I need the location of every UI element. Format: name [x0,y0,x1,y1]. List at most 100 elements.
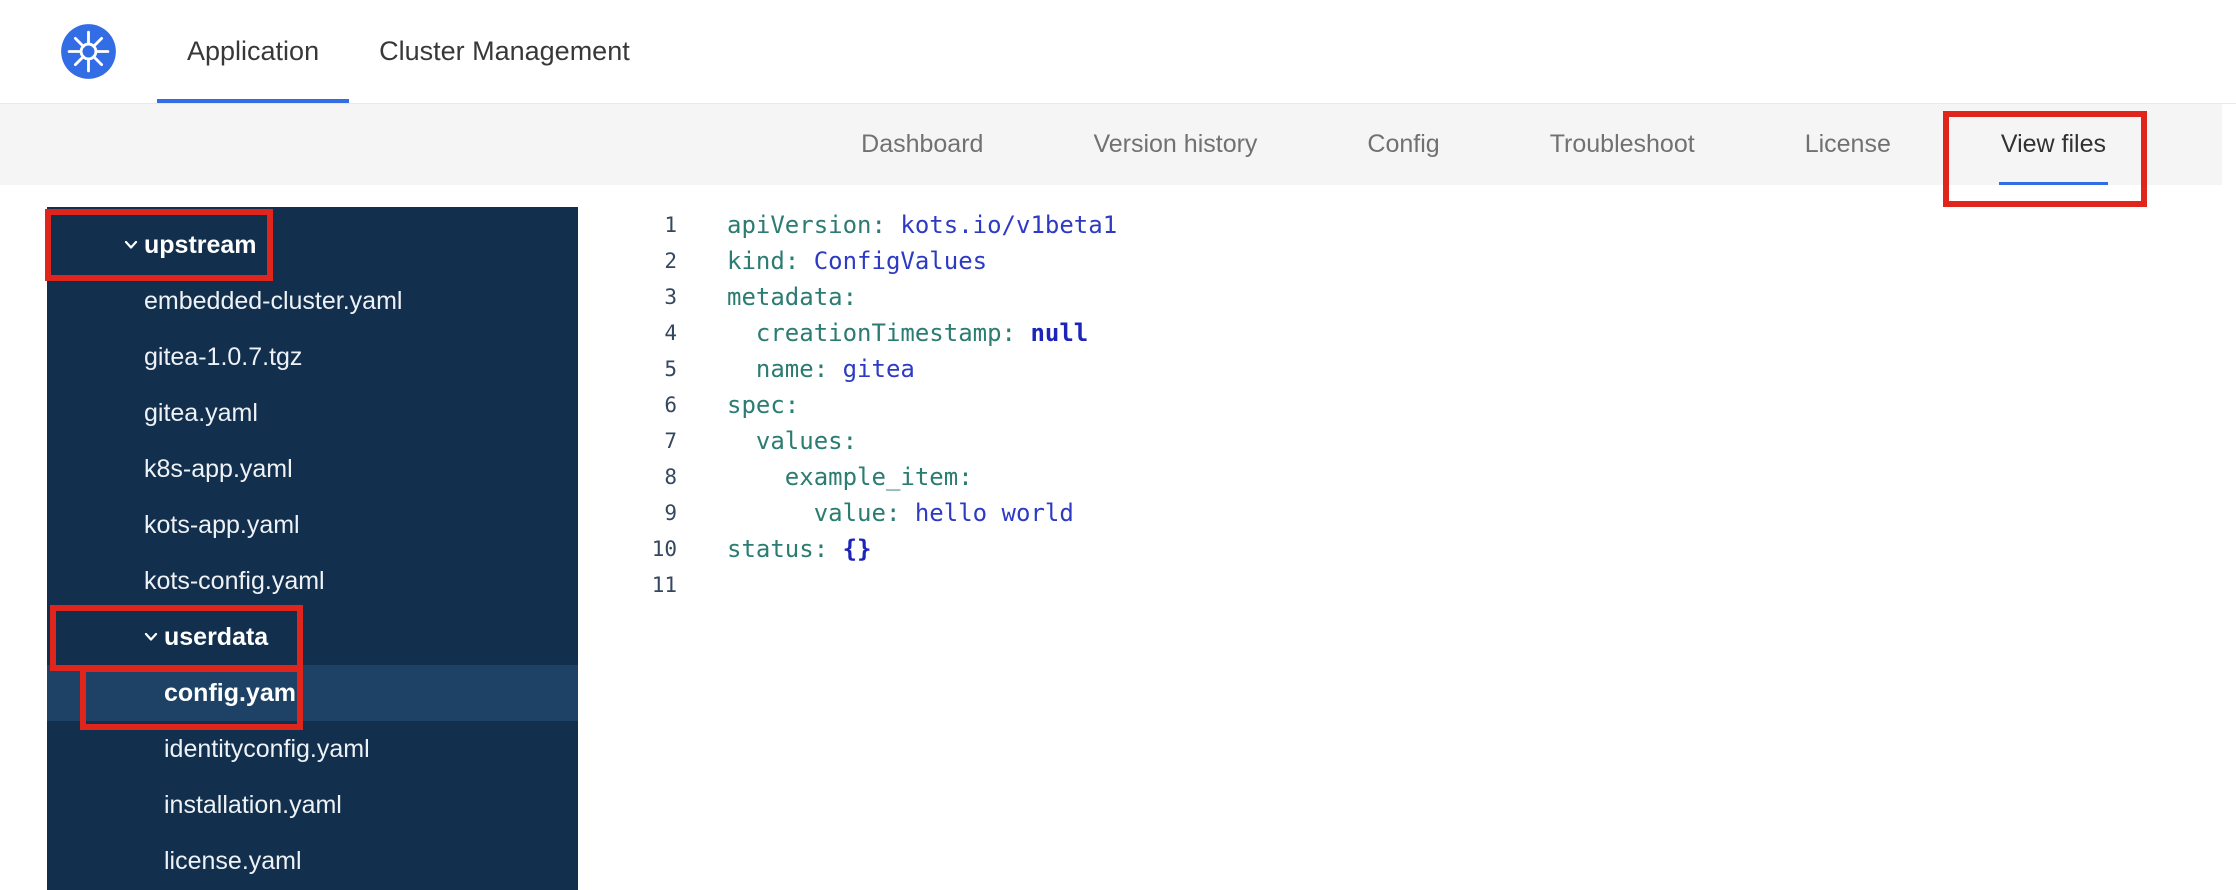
tree-label: gitea-1.0.7.tgz [144,342,303,371]
main-content: upstream embedded-cluster.yaml gitea-1.0.7… [0,207,2236,890]
tree-label: gitea.yaml [144,398,258,427]
line-number: 4 [664,321,677,345]
tree-label: userdata [164,622,269,651]
tab-config[interactable]: Config [1367,104,1439,185]
top-tab-cluster-management[interactable]: Cluster Management [349,0,660,103]
code-line[interactable]: spec: [727,387,1117,423]
editor-code[interactable]: apiVersion: kots.io/v1beta1 kind: ConfigV… [677,207,1117,890]
tree-file-kots-config-yaml[interactable]: kots-config.yaml [47,553,578,609]
kubernetes-logo[interactable] [60,23,117,80]
tree-file-gitea-1-0-7-tgz[interactable]: gitea-1.0.7.tgz [47,329,578,385]
chevron-down-icon [141,627,164,647]
code-line[interactable]: example_item: [727,459,1117,495]
tab-license[interactable]: License [1805,104,1891,185]
tree-file-installation-yaml[interactable]: installation.yaml [47,777,578,833]
code-token: spec: [727,391,800,419]
code-token: creationTimestamp: [755,319,1016,347]
line-number: 6 [664,393,677,417]
code-line[interactable]: kind: ConfigValues [727,243,1117,279]
tree-file-kots-app-yaml[interactable]: kots-app.yaml [47,497,578,553]
code-token: kind: [727,247,800,275]
tree-label: identityconfig.yaml [164,734,370,763]
admin-console: Application Cluster Management Dashboard V… [0,0,2236,890]
line-number: 7 [664,429,677,453]
tab-label: View files [2000,130,2106,158]
tree-label: config.yaml [164,678,303,707]
top-tabs: Application Cluster Management [157,0,660,103]
code-token: gitea [842,355,915,383]
tab-version-history[interactable]: Version history [1093,104,1257,185]
line-number: 10 [651,537,677,561]
code-line[interactable]: metadata: [727,279,1117,315]
code-line[interactable] [727,567,1117,603]
code-token: value: [813,499,901,527]
code-editor: 1 2 3 4 5 6 7 8 9 10 11 apiVersion: kots.io/v1beta… [578,207,2236,890]
chevron-down-icon [121,235,144,255]
code-line[interactable]: values: [727,423,1117,459]
tree-label: installation.yaml [164,790,342,819]
tab-label: Dashboard [861,130,984,158]
top-tab-application[interactable]: Application [157,0,350,103]
line-number: 1 [664,213,677,237]
scrollbar-track[interactable] [2222,104,2236,185]
tab-dashboard[interactable]: Dashboard [861,104,983,185]
tree-folder-upstream[interactable]: upstream [47,217,578,273]
code-token: values: [755,427,858,455]
code-token: ConfigValues [813,247,988,275]
code-line[interactable]: status: {} [727,531,1117,567]
tab-label: Troubleshoot [1549,130,1695,158]
kubernetes-helm-icon [61,24,116,79]
code-token: kots.io/v1beta1 [900,211,1118,239]
line-number: 9 [664,501,677,525]
tree-file-config-yaml[interactable]: config.yaml [47,665,578,721]
code-token: metadata: [727,283,858,311]
code-token: {} [842,535,872,563]
file-tree: upstream embedded-cluster.yaml gitea-1.0.7… [47,207,578,890]
code-token: status: [727,535,829,563]
tree-file-identityconfig-yaml[interactable]: identityconfig.yaml [47,721,578,777]
tree-label: embedded-cluster.yaml [144,286,403,315]
tab-view-files[interactable]: View files [1998,104,2109,185]
code-token: name: [755,355,829,383]
tree-label: kots-app.yaml [144,510,300,539]
tab-label: Version history [1093,130,1258,158]
tree-label: upstream [144,230,257,259]
line-number: 3 [664,285,677,309]
code-line[interactable]: value: hello world [727,495,1117,531]
top-tab-label: Application [187,36,320,66]
tree-label: license.yaml [164,846,302,875]
code-token: example_item: [784,463,973,491]
tab-label: Config [1367,130,1440,158]
tree-label: k8s-app.yaml [144,454,293,483]
editor-gutter: 1 2 3 4 5 6 7 8 9 10 11 [578,207,677,890]
line-number: 11 [651,573,677,597]
code-token: null [1030,319,1089,347]
tree-file-license-yaml[interactable]: license.yaml [47,833,578,889]
tree-file-k8s-app-yaml[interactable]: k8s-app.yaml [47,441,578,497]
line-number: 5 [664,357,677,381]
app-subnav: Dashboard Version history Config Troublesho… [0,103,2236,185]
line-number: 2 [664,249,677,273]
tree-file-gitea-yaml[interactable]: gitea.yaml [47,385,578,441]
tree-file-embedded-cluster-yaml[interactable]: embedded-cluster.yaml [47,273,578,329]
code-line[interactable]: creationTimestamp: null [727,315,1117,351]
line-number: 8 [664,465,677,489]
code-line[interactable]: apiVersion: kots.io/v1beta1 [727,207,1117,243]
tree-folder-userdata[interactable]: userdata [47,609,578,665]
tab-label: License [1804,130,1891,158]
code-token: hello world [914,499,1074,527]
code-line[interactable]: name: gitea [727,351,1117,387]
tab-troubleshoot[interactable]: Troubleshoot [1550,104,1695,185]
tree-label: kots-config.yaml [144,566,325,595]
